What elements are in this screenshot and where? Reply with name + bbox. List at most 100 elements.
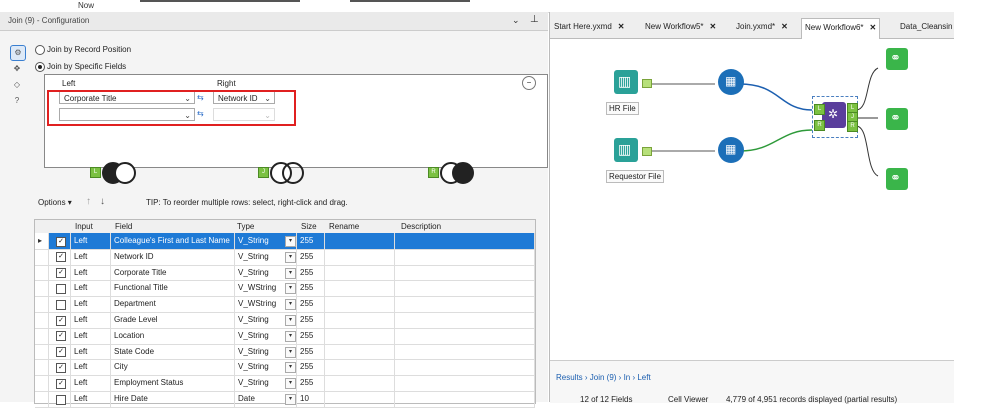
remove-row-icon[interactable]: − [522, 76, 536, 90]
include-checkbox[interactable]: ✓ [56, 331, 66, 342]
rename-cell[interactable] [325, 312, 395, 328]
radio-join-by-position[interactable] [35, 45, 45, 55]
close-icon[interactable]: ✕ [781, 22, 788, 31]
table-row[interactable]: Left Department V_WString ▾ 255 [35, 296, 535, 313]
workflow-canvas[interactable] [550, 38, 954, 360]
move-down-icon[interactable]: ↓ [100, 196, 105, 207]
description-cell[interactable] [395, 327, 535, 344]
rename-cell[interactable] [325, 343, 395, 360]
description-cell[interactable] [395, 233, 535, 249]
output-anchor[interactable] [642, 147, 652, 156]
description-cell[interactable] [395, 264, 535, 281]
tab-start-here[interactable]: Start Here.yxmd ✕ [554, 18, 625, 38]
description-cell[interactable] [395, 248, 535, 265]
move-up-icon[interactable]: ↑ [86, 196, 91, 207]
select-tool-2[interactable]: ▦ [718, 137, 744, 163]
type-dropdown-button[interactable]: ▾ [285, 378, 296, 390]
hr-file-input-tool[interactable]: ▥ [614, 70, 638, 94]
tab-new-workflow6[interactable]: New Workflow6* ✕ [801, 18, 881, 39]
select-tool-1[interactable]: ▦ [718, 69, 744, 95]
description-cell[interactable] [395, 375, 535, 391]
help-icon[interactable]: ? [10, 94, 24, 108]
browse-tool-3[interactable]: ⚭ [886, 168, 908, 190]
type-dropdown-button[interactable]: ▾ [285, 394, 296, 405]
include-checkbox[interactable] [56, 394, 66, 405]
table-row[interactable]: ✓ Left Grade Level V_String ▾ 255 [35, 312, 535, 329]
join-tool[interactable]: ✲ [822, 102, 846, 128]
type-cell: V_String ▾ [235, 233, 297, 249]
include-checkbox[interactable]: ✓ [56, 236, 66, 247]
type-dropdown-button[interactable]: ▾ [285, 283, 296, 295]
description-cell[interactable] [395, 296, 535, 312]
rename-cell[interactable] [325, 359, 395, 376]
description-cell[interactable] [395, 391, 535, 407]
field-cell: Functional Title [111, 280, 235, 297]
tag-icon[interactable]: ◇ [10, 78, 24, 92]
include-checkbox[interactable]: ✓ [56, 362, 66, 373]
rename-cell[interactable] [325, 391, 395, 407]
tab-join[interactable]: Join.yxmd* ✕ [736, 18, 788, 38]
table-row[interactable]: Left Hire Date Date ▾ 10 [35, 391, 535, 408]
type-dropdown-button[interactable]: ▾ [285, 299, 296, 311]
pin-icon[interactable]: ⊥ [530, 14, 539, 25]
rename-cell[interactable] [325, 264, 395, 281]
type-dropdown-button[interactable]: ▾ [285, 315, 296, 326]
include-checkbox[interactable]: ✓ [56, 268, 66, 279]
include-checkbox[interactable] [56, 283, 66, 294]
fields-status[interactable]: 12 of 12 Fields [580, 395, 632, 404]
join-input-anchor-l[interactable]: L [814, 104, 825, 115]
table-row[interactable]: ✓ Left Location V_String ▾ 255 [35, 327, 535, 345]
include-checkbox[interactable]: ✓ [56, 347, 66, 358]
table-row[interactable]: ▸ ✓ Left Colleague's First and Last Name V_S… [35, 233, 535, 250]
tab-new-workflow5[interactable]: New Workflow5* ✕ [645, 18, 716, 38]
include-checkbox[interactable]: ✓ [56, 252, 66, 263]
type-dropdown-button[interactable]: ▾ [285, 236, 296, 247]
join-output-anchor-r[interactable]: R [847, 121, 858, 132]
browse-tool-2[interactable]: ⚭ [886, 108, 908, 130]
table-row[interactable]: ✓ Left State Code V_String ▾ 255 [35, 343, 535, 361]
radio-join-by-fields[interactable] [35, 62, 45, 72]
type-dropdown-button[interactable]: ▾ [285, 362, 296, 374]
tab-data-cleansing[interactable]: Data_Cleansin [900, 18, 952, 38]
join-input-anchor-r[interactable]: R [814, 120, 825, 131]
description-cell[interactable] [395, 312, 535, 328]
include-checkbox[interactable]: ✓ [56, 315, 66, 326]
top-divider [350, 0, 470, 2]
options-menu[interactable]: Options ▾ [38, 198, 72, 207]
close-icon[interactable]: ✕ [710, 22, 717, 31]
gear-icon[interactable]: ⚙ [10, 45, 26, 61]
include-checkbox[interactable]: ✓ [56, 378, 66, 389]
table-row[interactable]: ✓ Left Corporate Title V_String ▾ 255 [35, 264, 535, 282]
description-cell[interactable] [395, 359, 535, 376]
table-row[interactable]: ✓ Left City V_String ▾ 255 [35, 359, 535, 377]
grid-check-icon: ▦ [725, 142, 737, 156]
field-cell: Corporate Title [111, 264, 235, 281]
rename-cell[interactable] [325, 327, 395, 344]
description-cell[interactable] [395, 343, 535, 360]
output-anchor[interactable] [642, 79, 652, 88]
chevron-down-icon[interactable]: ⌄ [512, 15, 520, 26]
table-row[interactable]: ✓ Left Network ID V_String ▾ 255 [35, 248, 535, 266]
cell-viewer-button[interactable]: Cell Viewer [668, 395, 708, 404]
rename-cell[interactable] [325, 248, 395, 265]
table-row[interactable]: Left Functional Title V_WString ▾ 255 [35, 280, 535, 298]
requestor-file-input-tool[interactable]: ▥ [614, 138, 638, 162]
type-dropdown-button[interactable]: ▾ [285, 346, 296, 358]
description-cell[interactable] [395, 280, 535, 297]
browse-tool-1[interactable]: ⚭ [886, 48, 908, 70]
type-dropdown-button[interactable]: ▾ [285, 267, 296, 279]
type-dropdown-button[interactable]: ▾ [285, 330, 296, 342]
rename-cell[interactable] [325, 280, 395, 297]
results-breadcrumb[interactable]: Results › Join (9) › In › Left [556, 373, 651, 382]
rename-cell[interactable] [325, 296, 395, 312]
transform-icon[interactable]: ✥ [10, 62, 24, 76]
table-row[interactable]: ✓ Left Employment Status V_String ▾ 255 [35, 375, 535, 392]
rename-cell[interactable] [325, 233, 395, 249]
type-dropdown-button[interactable]: ▾ [285, 251, 296, 263]
include-checkbox[interactable] [56, 299, 66, 310]
include-checkbox-cell [49, 391, 71, 407]
close-icon[interactable]: ✕ [870, 23, 877, 32]
close-icon[interactable]: ✕ [618, 22, 625, 31]
rename-cell[interactable] [325, 375, 395, 391]
input-cell: Left [71, 375, 111, 391]
